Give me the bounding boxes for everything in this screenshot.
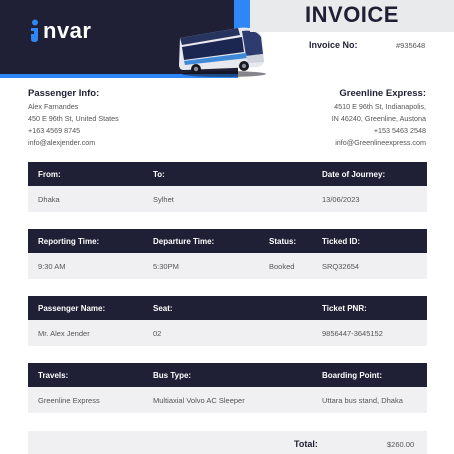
brand-name: nvar xyxy=(43,18,92,43)
from-value: Dhaka xyxy=(38,194,60,204)
bus-type-value: Multiaxial Volvo AC Sleeper xyxy=(153,395,245,405)
passenger-name: Alex Farnandes xyxy=(28,102,79,111)
company-address-line2: IN 46240, Greenline, Austona xyxy=(331,114,426,123)
status-header: Status: xyxy=(269,236,297,246)
total-row: Total: $260.00 xyxy=(28,431,427,454)
invoice-number-value: #935648 xyxy=(396,41,426,50)
ticket-pnr-value: 9856447-3645152 xyxy=(322,328,383,338)
invoice-title: INVOICE xyxy=(305,2,399,27)
company-phone: +153 5463 2548 xyxy=(373,126,426,135)
travels-header: Travels: xyxy=(38,370,69,380)
ticket-pnr-header: Ticket PNR: xyxy=(322,303,367,313)
reporting-time-value: 9:30 AM xyxy=(38,261,66,271)
passenger-name-value: Mr. Alex Jender xyxy=(38,328,90,338)
travel-table-header: Travels: Bus Type: Boarding Point: xyxy=(28,363,427,387)
reporting-time-header: Reporting Time: xyxy=(38,236,100,246)
time-table-header: Reporting Time: Departure Time: Status: … xyxy=(28,229,427,253)
company-email: info@Greenlineexpress.com xyxy=(335,138,426,147)
ticket-id-value: SRQ32654 xyxy=(322,261,360,271)
passenger-address: 450 E 96th St, United States xyxy=(28,114,119,123)
passenger-table: Passenger Name: Seat: Ticket PNR: Mr. Al… xyxy=(28,296,427,346)
passenger-table-header: Passenger Name: Seat: Ticket PNR: xyxy=(28,296,427,320)
passenger-name-header: Passenger Name: xyxy=(38,303,106,313)
passenger-table-row: Mr. Alex Jender 02 9856447-3645152 xyxy=(28,320,427,346)
company-info-block: Greenline Express: 4510 E 96th St, India… xyxy=(332,88,426,149)
journey-date-value: 13/06/2023 xyxy=(322,194,360,204)
route-table-row: Dhaka Sylhet 13/06/2023 xyxy=(28,186,427,212)
company-address-line1: 4510 E 96th St, Indianapolis, xyxy=(334,102,426,111)
company-heading: Greenline Express: xyxy=(339,88,426,99)
person-logo-icon xyxy=(31,19,38,42)
passenger-info-heading: Passenger Info: xyxy=(28,88,100,99)
total-label: Total: xyxy=(294,439,318,449)
invoice-number-label: Invoice No: xyxy=(309,40,358,50)
travel-table-row: Greenline Express Multiaxial Volvo AC Sl… xyxy=(28,387,427,413)
to-header: To: xyxy=(153,169,165,179)
seat-value: 02 xyxy=(153,328,162,338)
travels-value: Greenline Express xyxy=(38,395,100,405)
time-table: Reporting Time: Departure Time: Status: … xyxy=(28,229,427,279)
passenger-phone: +163 4569 8745 xyxy=(28,126,81,135)
departure-time-value: 5:30PM xyxy=(153,261,179,271)
journey-date-header: Date of Journey: xyxy=(322,169,386,179)
total-value: $260.00 xyxy=(387,439,415,449)
boarding-point-header: Boarding Point: xyxy=(322,370,382,380)
status-value: Booked xyxy=(269,261,295,271)
passenger-info-block: Passenger Info: Alex Farnandes 450 E 96t… xyxy=(28,88,119,149)
passenger-email: info@alexjender.com xyxy=(28,138,96,147)
bus-type-header: Bus Type: xyxy=(153,370,192,380)
departure-time-header: Departure Time: xyxy=(153,236,215,246)
time-table-row: 9:30 AM 5:30PM Booked SRQ32654 xyxy=(28,253,427,279)
boarding-point-value: Uttara bus stand, Dhaka xyxy=(322,395,403,405)
route-table: From: To: Date of Journey: Dhaka Sylhet … xyxy=(28,162,427,212)
to-value: Sylhet xyxy=(153,194,174,204)
seat-header: Seat: xyxy=(153,303,173,313)
brand-logo: nvar xyxy=(28,18,91,44)
route-table-header: From: To: Date of Journey: xyxy=(28,162,427,186)
ticket-id-header: Ticked ID: xyxy=(322,236,361,246)
travel-table: Travels: Bus Type: Boarding Point: Green… xyxy=(28,363,427,413)
from-header: From: xyxy=(38,169,61,179)
